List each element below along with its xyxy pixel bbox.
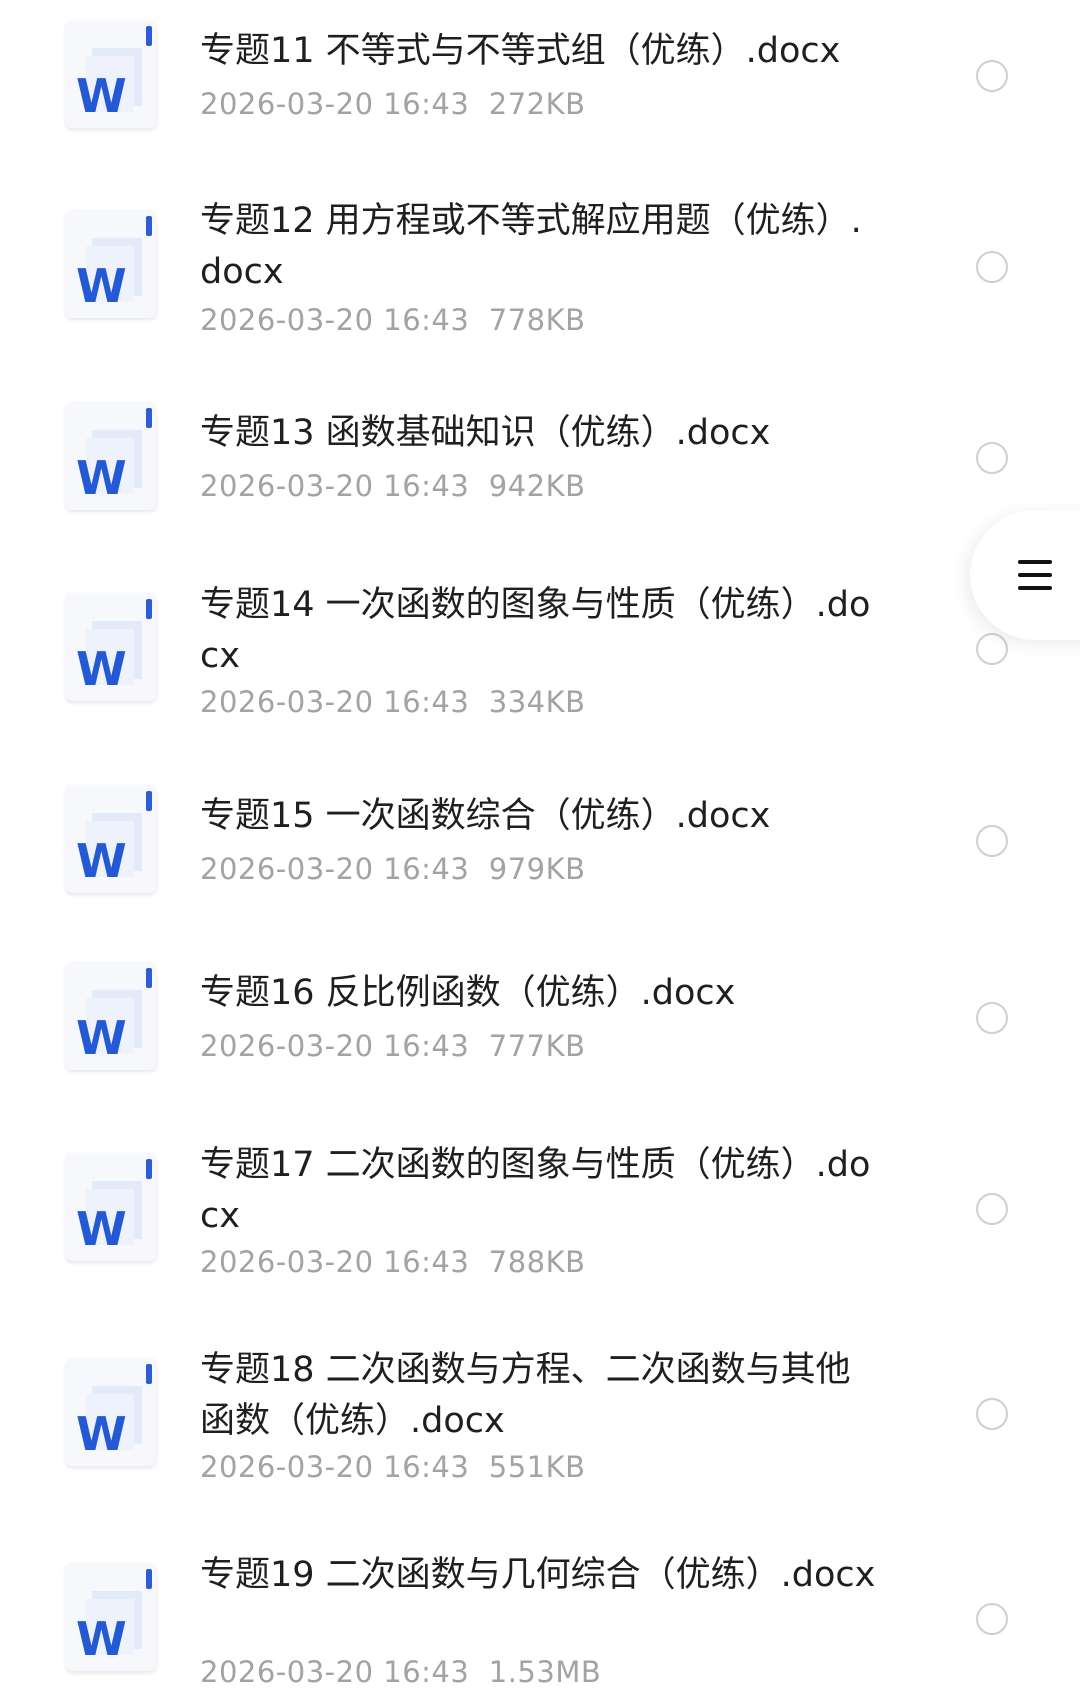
hamburger-menu-icon xyxy=(1018,560,1052,590)
select-radio[interactable] xyxy=(976,1603,1008,1635)
file-meta: 2026-03-20 16:43 777KB xyxy=(200,1029,586,1063)
file-name: 专题17 二次函数的图象与性质（优练）.docx xyxy=(200,1145,871,1236)
file-meta: 2026-03-20 16:43 551KB xyxy=(200,1450,586,1484)
select-radio[interactable] xyxy=(976,60,1008,92)
word-doc-icon: W xyxy=(66,593,156,701)
file-name: 专题15 一次函数综合（优练）.docx xyxy=(200,796,771,836)
word-doc-icon: W xyxy=(66,962,156,1070)
file-list: W 专题11 不等式与不等式组（优练）.docx 2026-03-20 16:4… xyxy=(0,0,1080,1689)
select-radio[interactable] xyxy=(976,825,1008,857)
file-name: 专题12 用方程或不等式解应用题（优练）.docx xyxy=(200,201,862,292)
word-doc-icon: W xyxy=(66,785,156,893)
file-meta: 2026-03-20 16:43 942KB xyxy=(200,469,586,503)
file-name: 专题13 函数基础知识（优练）.docx xyxy=(200,413,771,453)
file-meta: 2026-03-20 16:43 334KB xyxy=(200,685,586,719)
file-name: 专题19 二次函数与几何综合（优练）.docx xyxy=(200,1555,876,1595)
select-radio[interactable] xyxy=(976,1398,1008,1430)
file-name: 专题14 一次函数的图象与性质（优练）.docx xyxy=(200,585,871,676)
word-doc-icon: W xyxy=(66,1153,156,1261)
word-doc-icon: W xyxy=(66,210,156,318)
file-meta: 2026-03-20 16:43 778KB xyxy=(200,303,586,337)
file-name: 专题16 反比例函数（优练）.docx xyxy=(200,973,736,1013)
file-name: 专题11 不等式与不等式组（优练）.docx xyxy=(200,31,841,71)
word-doc-icon: W xyxy=(66,1358,156,1466)
word-doc-icon: W xyxy=(66,20,156,128)
file-meta: 2026-03-20 16:43 788KB xyxy=(200,1245,586,1279)
select-radio[interactable] xyxy=(976,1002,1008,1034)
word-doc-icon: W xyxy=(66,402,156,510)
select-radio[interactable] xyxy=(976,442,1008,474)
select-radio[interactable] xyxy=(976,251,1008,283)
file-meta: 2026-03-20 16:43 979KB xyxy=(200,852,586,886)
select-radio[interactable] xyxy=(976,1193,1008,1225)
file-name: 专题18 二次函数与方程、二次函数与其他函数（优练）.docx xyxy=(200,1350,851,1441)
file-meta: 2026-03-20 16:43 272KB xyxy=(200,87,586,121)
file-meta: 2026-03-20 16:43 1.53MB xyxy=(200,1655,602,1689)
word-doc-icon: W xyxy=(66,1563,156,1671)
select-radio[interactable] xyxy=(976,633,1008,665)
